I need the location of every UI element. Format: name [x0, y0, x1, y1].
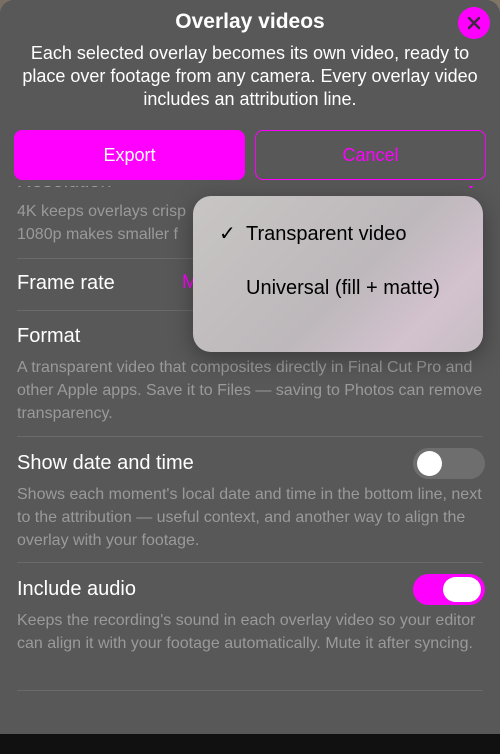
audio-title: Include audio	[17, 578, 136, 600]
toggle-knob	[443, 577, 481, 602]
date-time-title: Show date and time	[17, 452, 194, 474]
export-button[interactable]: Export	[14, 130, 245, 180]
toggle-knob	[417, 451, 442, 476]
overlay-videos-sheet: Resolution 4K keeps overlays crisp 1080p…	[0, 0, 500, 754]
frame-rate-title: Frame rate	[17, 272, 115, 294]
sheet-header: Overlay videos Each selected overlay bec…	[0, 0, 500, 186]
date-time-toggle[interactable]	[413, 448, 485, 479]
format-option-label: Transparent video	[246, 223, 407, 245]
format-description: A transparent video that composites dire…	[17, 359, 483, 422]
sheet-title: Overlay videos	[175, 10, 325, 33]
audio-toggle[interactable]	[413, 574, 485, 605]
format-option-label: Universal (fill + matte)	[246, 277, 440, 299]
divider	[17, 562, 483, 563]
format-title: Format	[17, 325, 81, 347]
checkmark-icon: ✓	[219, 223, 236, 245]
format-options-popover: ✓ Transparent video Universal (fill + ma…	[193, 196, 483, 352]
format-option-transparent[interactable]: ✓ Transparent video	[193, 221, 483, 251]
cancel-button[interactable]: Cancel	[255, 130, 486, 180]
date-time-description: Shows each moment's local date and time …	[17, 486, 482, 549]
close-icon	[467, 16, 481, 30]
bottom-safe-area	[0, 734, 500, 754]
divider	[17, 690, 483, 691]
format-option-universal[interactable]: Universal (fill + matte)	[193, 275, 483, 331]
divider	[17, 436, 483, 437]
sheet-subtitle: Each selected overlay becomes its own vi…	[22, 43, 478, 109]
audio-description: Keeps the recording's sound in each over…	[17, 612, 476, 652]
close-button[interactable]	[458, 7, 490, 39]
